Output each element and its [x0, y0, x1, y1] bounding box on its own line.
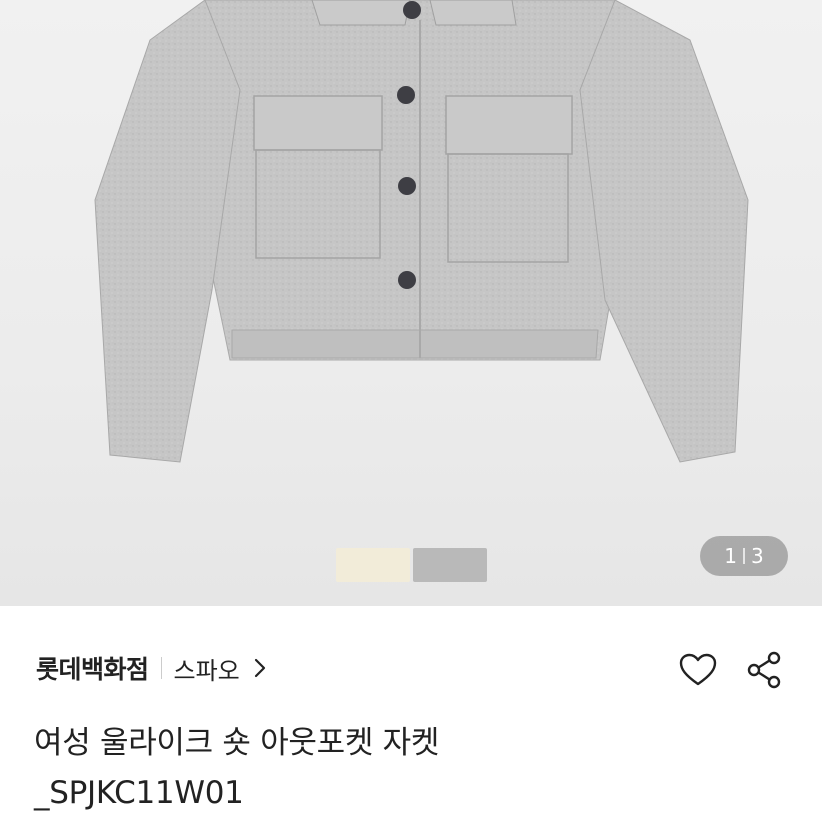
heart-icon[interactable] [676, 648, 720, 692]
brand-row[interactable]: 롯데백화점 스파오 [36, 648, 266, 688]
counter-total: 3 [751, 544, 764, 568]
brand-divider [160, 657, 162, 679]
counter-current: 1 [724, 544, 737, 568]
product-image [94, 0, 749, 463]
product-image-gallery[interactable]: 1 3 [0, 0, 822, 606]
chevron-right-icon[interactable] [254, 658, 266, 678]
brand-name[interactable]: 롯데백화점 [36, 650, 149, 686]
counter-divider [743, 548, 745, 564]
product-code: _SPJKC11W01 [34, 775, 244, 811]
image-page-counter: 1 3 [700, 536, 788, 576]
color-swatch-gray[interactable] [413, 548, 487, 582]
product-info: 롯데백화점 스파오 여성 울라이크 숏 아웃포켓 자켓 _SPJKC11W01 [0, 606, 822, 822]
product-title: 여성 울라이크 숏 아웃포켓 자켓 _SPJKC11W01 [34, 718, 654, 818]
color-swatch-cream[interactable] [336, 548, 410, 582]
product-title-line: 여성 울라이크 숏 아웃포켓 자켓 [34, 725, 440, 761]
share-icon[interactable] [742, 648, 786, 692]
store-name[interactable]: 스파오 [174, 651, 240, 686]
